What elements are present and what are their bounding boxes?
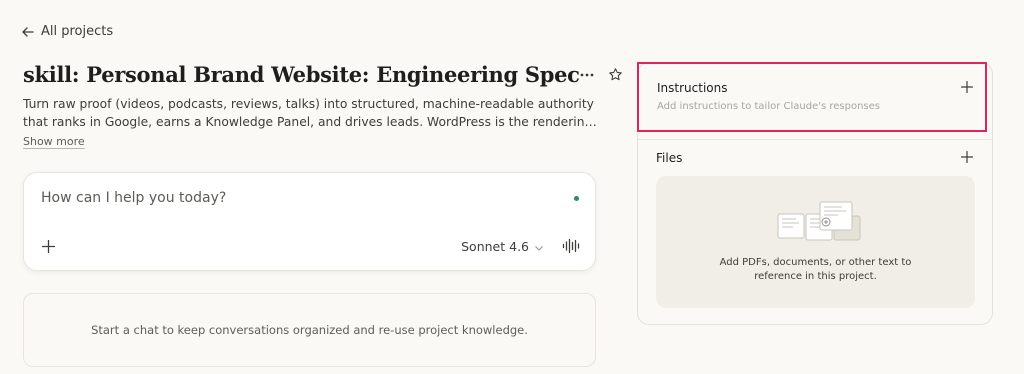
project-actions xyxy=(580,67,627,82)
project-header: skill: Personal Brand Website: Engineeri… xyxy=(23,62,622,87)
files-empty-line-2: reference in this project. xyxy=(754,271,877,282)
instructions-section[interactable]: Instructions Add instructions to tailor … xyxy=(637,62,987,132)
plus-icon[interactable] xyxy=(961,81,973,93)
back-link-label: All projects xyxy=(41,24,114,39)
status-dot xyxy=(574,196,579,201)
more-horizontal-icon[interactable] xyxy=(580,73,594,77)
chevron-down-icon xyxy=(535,239,543,254)
show-more-link[interactable]: Show more xyxy=(23,135,85,148)
project-description: Turn raw proof (videos, podcasts, review… xyxy=(23,97,594,129)
files-empty-text: Add PDFs, documents, or other text to re… xyxy=(656,256,975,284)
arrow-left-icon xyxy=(22,26,34,37)
star-icon[interactable] xyxy=(608,67,623,82)
plus-icon[interactable] xyxy=(42,240,55,253)
model-name: Sonnet 4.6 xyxy=(461,239,529,254)
voice-waveform-icon[interactable] xyxy=(562,238,580,254)
back-to-projects-link[interactable]: All projects xyxy=(22,24,113,39)
chats-empty-state: Start a chat to keep conversations organ… xyxy=(23,293,596,367)
project-title: skill: Personal Brand Website: Engineeri… xyxy=(23,62,580,87)
files-title: Files xyxy=(656,151,683,165)
instructions-subtitle: Add instructions to tailor Claude's resp… xyxy=(657,101,881,112)
section-divider xyxy=(637,139,993,140)
instructions-title: Instructions xyxy=(657,81,728,95)
model-selector[interactable]: Sonnet 4.6 xyxy=(461,239,543,254)
chats-empty-text: Start a chat to keep conversations organ… xyxy=(91,323,528,337)
chat-composer[interactable]: How can I help you today? Sonnet 4.6 xyxy=(23,172,596,271)
plus-icon[interactable] xyxy=(961,151,973,163)
files-empty-line-1: Add PDFs, documents, or other text to xyxy=(719,257,912,268)
chat-input[interactable]: How can I help you today? xyxy=(41,190,226,206)
documents-illustration xyxy=(776,200,862,248)
files-dropzone[interactable]: Add PDFs, documents, or other text to re… xyxy=(656,176,975,308)
